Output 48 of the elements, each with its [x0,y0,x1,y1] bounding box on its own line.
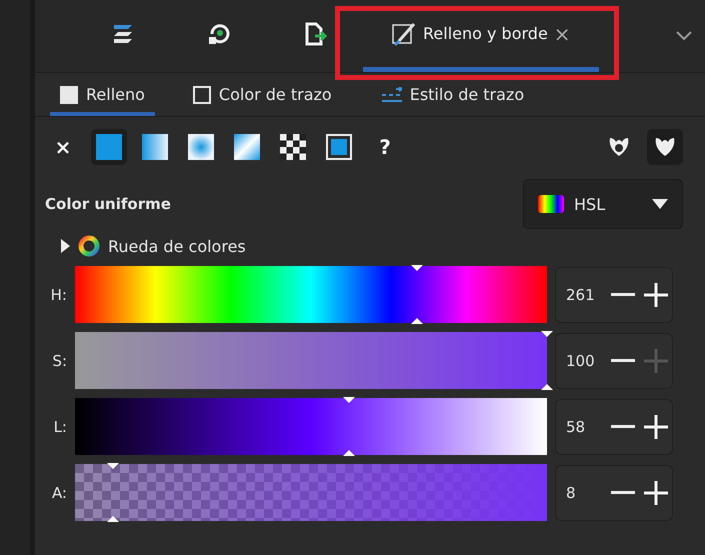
radial-gradient-icon [188,134,214,160]
dock-tab[interactable]: Relleno y borde × [363,0,599,72]
slider-thumb[interactable] [106,463,119,522]
minus-icon [611,425,635,428]
fill-rule-button[interactable] [647,129,683,165]
linear-gradient-icon [142,134,168,160]
nonzero-rule-icon [653,135,677,159]
plus-icon [643,348,669,374]
slider-thumb[interactable] [541,331,553,390]
paint-type-button[interactable]: × [45,129,81,165]
even-odd-rule-icon [607,135,631,159]
color-mode-dropdown[interactable]: HSL [523,179,683,229]
plus-icon [643,480,669,506]
filled-square-icon [60,86,78,104]
channel-label: L: [52,418,67,436]
subtab[interactable]: Estilo de trazo [370,81,534,116]
collapsed-arrow-icon [60,239,70,253]
plus-icon [643,414,669,440]
channel-label: A: [50,484,67,502]
value-spinbox[interactable]: 261 [555,266,673,322]
plus-icon [643,282,669,308]
paint-type-button[interactable]: ? [367,129,403,165]
chevron-down-icon[interactable] [675,30,693,42]
subtab[interactable]: Color de trazo [182,81,342,116]
subtab[interactable]: Relleno [50,81,155,116]
value-spinbox[interactable]: 100 [555,332,673,388]
fill-stroke-icon [391,22,417,46]
swatch-icon [326,134,352,160]
color-wheel-expander[interactable]: Rueda de colores [60,235,683,257]
value-spinbox[interactable]: 58 [555,398,673,454]
stroke-style-icon [380,86,402,102]
flat-color-icon [96,134,122,160]
color-wheel-icon [78,235,100,257]
channel-label: S: [51,352,67,370]
mesh-gradient-icon [234,134,260,160]
outlined-square-icon [192,86,211,104]
close-tab-button[interactable]: × [554,22,571,46]
slider-thumb[interactable] [342,397,355,456]
spectrum-icon [538,195,564,213]
slider-thumb[interactable] [411,265,424,324]
section-title: Color uniforme [45,195,171,213]
dropdown-arrow-icon [652,199,668,209]
minus-icon [611,293,635,296]
minus-icon [611,491,635,494]
channel-label: H: [50,286,67,304]
minus-icon [611,359,635,362]
pattern-icon [280,134,306,160]
value-spinbox[interactable]: 8 [555,464,673,520]
